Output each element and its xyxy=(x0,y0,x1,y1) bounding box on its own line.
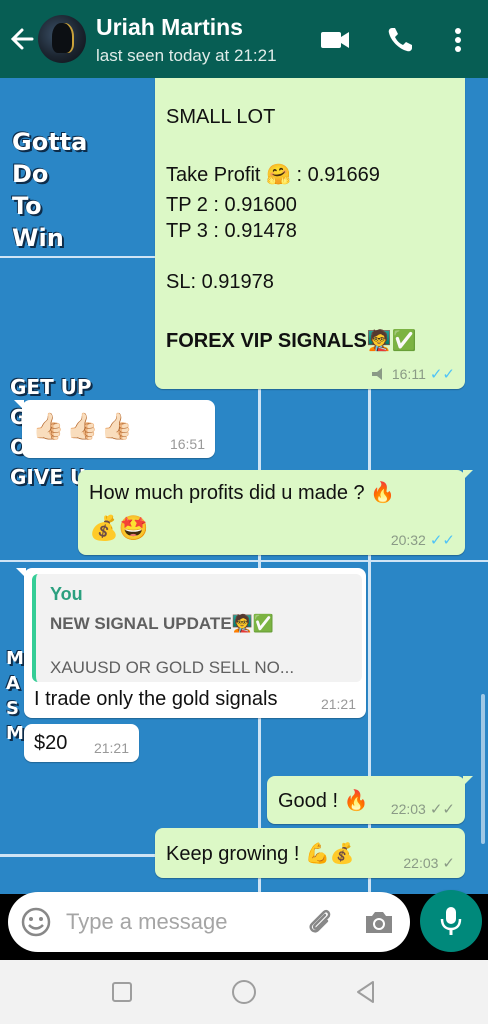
message-bubble-outgoing[interactable]: Good ! 🔥 22:03 ✓✓ xyxy=(267,776,473,824)
camera-icon[interactable] xyxy=(362,906,396,938)
home-button-icon[interactable] xyxy=(230,978,258,1006)
thumbs-up-emoji-icon: 👍🏻👍🏻👍🏻 xyxy=(32,412,136,442)
message-meta: 20:32 ✓✓ xyxy=(390,532,455,549)
message-time: 21:21 xyxy=(93,740,129,756)
read-ticks-icon: ✓✓ xyxy=(429,366,455,383)
quoted-author: You xyxy=(50,584,83,604)
contact-name[interactable]: Uriah Martins xyxy=(96,14,243,41)
voice-record-button[interactable] xyxy=(420,890,482,952)
wallpaper-line xyxy=(0,854,160,857)
recents-button-icon[interactable] xyxy=(108,978,136,1006)
message-text: TP 3 : 0.91478 xyxy=(166,220,297,242)
wallpaper-line xyxy=(0,560,488,562)
message-bubble-outgoing[interactable]: How much profits did u made ? 🔥 💰🤩 20:32… xyxy=(78,470,473,555)
quoted-title: NEW SIGNAL UPDATE🧑‍🏫✅ xyxy=(50,614,274,633)
message-text: I trade only the gold signals xyxy=(34,688,278,710)
message-bubble-outgoing[interactable]: Keep growing ! 💪💰 22:03 ✓ xyxy=(155,828,465,878)
message-time: 16:51 xyxy=(169,436,205,452)
wallpaper-text: MA SM xyxy=(6,648,24,744)
teacher-check-emoji-icon: 🧑‍🏫✅ xyxy=(366,328,417,352)
message-meta: 22:03 ✓ xyxy=(403,855,455,872)
wallpaper-text: Gotta Do To Win xyxy=(12,128,88,252)
message-text: Good ! 🔥 xyxy=(278,790,369,812)
quoted-preview: XAUUSD OR GOLD SELL NO... xyxy=(50,658,295,677)
message-bubble-incoming[interactable]: You NEW SIGNAL UPDATE🧑‍🏫✅ XAUUSD OR GOLD… xyxy=(16,568,366,718)
forwarded-icon xyxy=(371,368,382,380)
phone-icon[interactable] xyxy=(384,24,418,56)
message-bubble-incoming[interactable]: $20 21:21 xyxy=(24,724,139,762)
read-ticks-icon: ✓✓ xyxy=(429,532,455,549)
mic-icon xyxy=(440,907,462,935)
message-meta: 16:11 ✓✓ xyxy=(370,365,455,383)
sent-tick-icon: ✓ xyxy=(442,855,455,872)
message-text: How much profits did u made ? 🔥 xyxy=(89,482,396,504)
back-button-icon[interactable] xyxy=(352,978,380,1006)
message-time: 21:21 xyxy=(320,696,356,712)
back-arrow-icon[interactable] xyxy=(8,24,36,54)
attach-icon[interactable] xyxy=(304,906,336,938)
delivered-ticks-icon: ✓✓ xyxy=(429,801,455,818)
message-text: SMALL LOT xyxy=(166,106,276,128)
message-text: $20 xyxy=(34,732,68,754)
message-bubble-outgoing[interactable]: SMALL LOT Take Profit 🤗 : 0.91669 TP 2 :… xyxy=(155,78,465,389)
message-input[interactable]: Type a message xyxy=(66,909,227,935)
last-seen-status: last seen today at 21:21 xyxy=(96,46,277,65)
more-vert-icon[interactable] xyxy=(448,24,468,56)
video-call-icon[interactable] xyxy=(318,24,352,56)
system-nav-bar xyxy=(0,960,488,1024)
scrollbar[interactable] xyxy=(481,694,485,844)
avatar[interactable] xyxy=(38,15,86,63)
chat-area[interactable]: Gotta Do To Win GET UP G O GIVE U MA SM SMAL… xyxy=(0,78,488,960)
message-text: FOREX VIP SIGNALS🧑‍🏫✅ xyxy=(166,328,417,352)
message-input-box[interactable]: Type a message xyxy=(8,892,410,952)
message-bubble-incoming[interactable]: 👍🏻👍🏻👍🏻 16:51 xyxy=(14,400,215,458)
money-star-emoji-icon: 💰🤩 xyxy=(89,514,149,542)
hug-emoji-icon: 🤗 xyxy=(266,162,291,186)
message-text: SL: 0.91978 xyxy=(166,271,274,293)
message-text: Take Profit 🤗 : 0.91669 xyxy=(166,162,380,186)
wallpaper-line xyxy=(0,256,155,258)
message-text: Keep growing ! 💪💰 xyxy=(166,843,355,865)
message-meta: 22:03 ✓✓ xyxy=(390,801,455,818)
message-text: TP 2 : 0.91600 xyxy=(166,194,297,216)
quoted-message[interactable]: You NEW SIGNAL UPDATE🧑‍🏫✅ XAUUSD OR GOLD… xyxy=(32,574,362,682)
chat-header: Uriah Martins last seen today at 21:21 xyxy=(0,0,488,78)
emoji-icon[interactable] xyxy=(20,906,52,938)
